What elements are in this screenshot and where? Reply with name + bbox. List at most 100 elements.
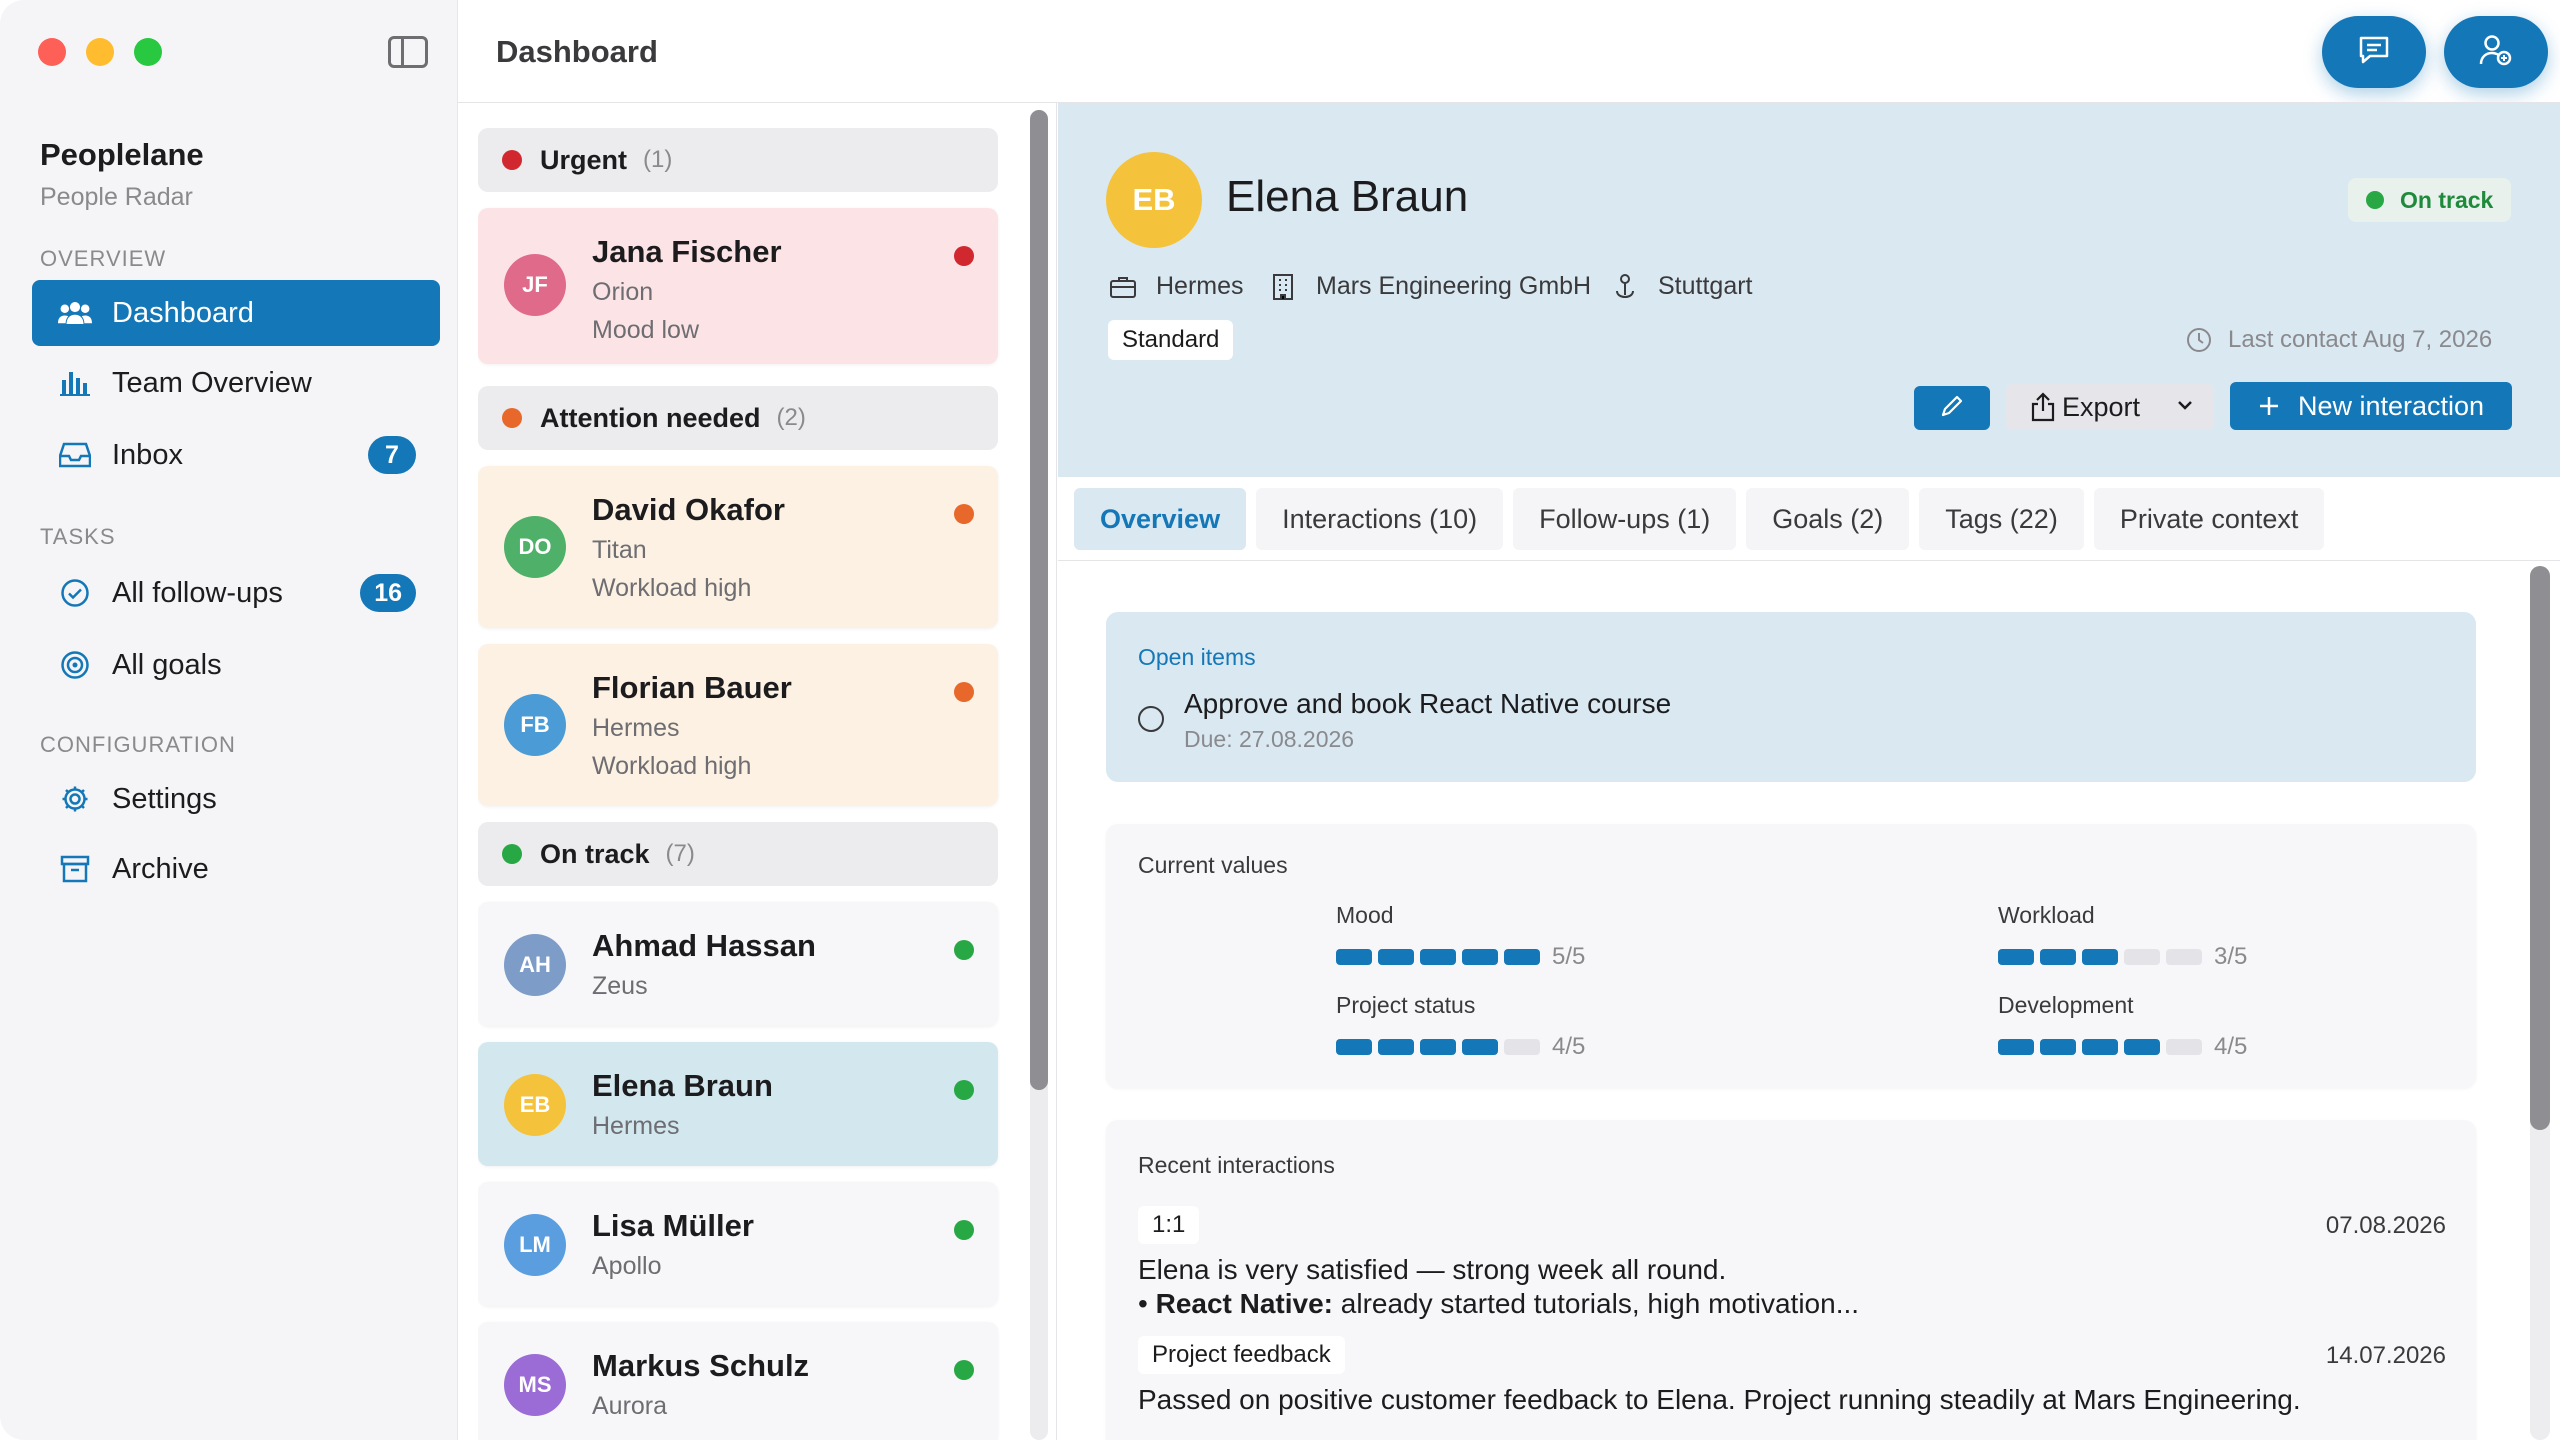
location-pin-icon — [1610, 273, 1640, 301]
sidebar-item-team-overview[interactable]: Team Overview — [32, 350, 440, 416]
interaction-bullet[interactable]: • React Native: already started tutorial… — [1138, 1288, 1859, 1320]
tab-tags[interactable]: Tags (22) — [1919, 488, 2084, 550]
interaction-type-tag: Project feedback — [1138, 1336, 1345, 1374]
person-note: Workload high — [592, 752, 752, 780]
bar-chart-icon — [58, 366, 92, 400]
sidebar-item-inbox[interactable]: Inbox 7 — [32, 422, 440, 488]
column-divider — [1056, 102, 1057, 1440]
tab-interactions[interactable]: Interactions (10) — [1256, 488, 1504, 550]
interaction-text[interactable]: Elena is very satisfied — strong week al… — [1138, 1254, 1726, 1286]
metric-value: 4/5 — [1552, 1033, 1586, 1060]
close-window-button[interactable] — [38, 38, 66, 66]
bullet-text: already started tutorials, high motivati… — [1333, 1288, 1860, 1319]
zoom-window-button[interactable] — [134, 38, 162, 66]
interaction-text[interactable]: Passed on positive customer feedback to … — [1138, 1384, 2301, 1416]
meta-location-label: Stuttgart — [1658, 272, 1753, 300]
sidebar-item-label: Inbox — [112, 438, 183, 471]
sidebar-item-all-goals[interactable]: All goals — [32, 632, 440, 698]
tag-standard[interactable]: Standard — [1108, 320, 1234, 360]
chevron-down-icon[interactable] — [2176, 398, 2194, 412]
person-card-david-okafor[interactable]: DO David Okafor Titan Workload high — [478, 466, 998, 628]
metric-value: 5/5 — [1552, 943, 1586, 970]
sidebar-item-archive[interactable]: Archive — [32, 836, 440, 902]
sidebar: Peoplelane People Radar OVERVIEW Dashboa… — [0, 0, 458, 1440]
status-dot — [954, 1080, 974, 1100]
chat-button[interactable] — [2322, 16, 2426, 88]
status-label: On track — [2400, 186, 2494, 213]
metric-segment — [1378, 949, 1414, 965]
sidebar-item-label: Dashboard — [112, 296, 254, 329]
person-card-florian-bauer[interactable]: FB Florian Bauer Hermes Workload high — [478, 644, 998, 806]
recent-interactions-title: Recent interactions — [1138, 1152, 1335, 1178]
target-icon — [58, 648, 92, 682]
open-item-title[interactable]: Approve and book React Native course — [1184, 688, 1671, 720]
meta-team-label: Hermes — [1156, 272, 1244, 300]
meta-team: Hermes — [1108, 272, 1244, 301]
person-name: Elena Braun — [592, 1068, 773, 1103]
metric-value: 3/5 — [2214, 943, 2248, 970]
status-dot — [954, 940, 974, 960]
person-team: Orion — [592, 278, 654, 306]
group-label: Attention needed — [540, 402, 761, 433]
person-team: Titan — [592, 536, 647, 564]
status-dot — [2366, 191, 2384, 209]
new-interaction-button[interactable]: New interaction — [2230, 382, 2512, 430]
briefcase-icon — [1108, 273, 1138, 301]
metric-segment — [1462, 949, 1498, 965]
person-card-lisa-mueller[interactable]: LM Lisa Müller Apollo — [478, 1182, 998, 1306]
metric-segment — [2082, 1039, 2118, 1055]
tab-goals[interactable]: Goals (2) — [1746, 488, 1910, 550]
tab-overview[interactable]: Overview — [1074, 488, 1247, 550]
person-team: Zeus — [592, 972, 648, 1000]
complete-item-radio[interactable] — [1138, 706, 1164, 732]
metric-segment — [2124, 949, 2160, 965]
person-card-markus-schulz[interactable]: MS Markus Schulz Aurora — [478, 1322, 998, 1440]
list-scrollbar[interactable] — [1030, 110, 1048, 1090]
person-team: Hermes — [592, 714, 680, 742]
group-header-attention-needed[interactable]: Attention needed (2) — [478, 386, 998, 450]
person-card-jana-fischer[interactable]: JF Jana Fischer Orion Mood low — [478, 208, 998, 364]
sidebar-item-all-followups[interactable]: All follow-ups 16 — [32, 560, 440, 626]
group-header-on-track[interactable]: On track (7) — [478, 822, 998, 886]
metric-segment — [2124, 1039, 2160, 1055]
sidebar-item-settings[interactable]: Settings — [32, 766, 440, 832]
section-configuration: CONFIGURATION — [40, 732, 236, 757]
new-interaction-label: New interaction — [2297, 390, 2485, 421]
detail-tabs: Overview Interactions (10) Follow-ups (1… — [1074, 488, 2325, 550]
status-dot — [502, 150, 522, 170]
edit-button[interactable] — [1914, 386, 1990, 430]
group-count: (7) — [665, 840, 695, 867]
person-team: Hermes — [592, 1112, 680, 1140]
section-overview: OVERVIEW — [40, 246, 167, 271]
recent-interactions-panel: Recent interactions 1:1 07.08.2026 Elena… — [1106, 1120, 2476, 1440]
avatar: AH — [504, 934, 566, 996]
group-count: (2) — [776, 404, 806, 431]
sidebar-item-dashboard[interactable]: Dashboard — [32, 280, 440, 346]
metric-segment — [1336, 1039, 1372, 1055]
person-team: Aurora — [592, 1392, 668, 1420]
add-person-button[interactable] — [2444, 16, 2548, 88]
tab-private-context[interactable]: Private context — [2093, 488, 2325, 550]
sidebar-toggle-icon[interactable] — [388, 36, 428, 68]
export-button[interactable]: Export — [2006, 384, 2214, 430]
gear-icon — [58, 782, 92, 816]
detail-person-name: Elena Braun — [1226, 172, 1469, 221]
metric-segment — [2166, 949, 2202, 965]
clock-icon — [2186, 327, 2212, 353]
minimize-window-button[interactable] — [86, 38, 114, 66]
meta-location: Stuttgart — [1610, 272, 1753, 301]
detail-scrollbar[interactable] — [2530, 566, 2550, 1130]
person-card-ahmad-hassan[interactable]: AH Ahmad Hassan Zeus — [478, 902, 998, 1026]
person-card-elena-braun[interactable]: EB Elena Braun Hermes — [478, 1042, 998, 1166]
tab-followups[interactable]: Follow-ups (1) — [1513, 488, 1737, 550]
detail-avatar: EB — [1106, 152, 1202, 248]
group-header-urgent[interactable]: Urgent (1) — [478, 128, 998, 192]
metric-segment — [1998, 949, 2034, 965]
metric-bar: 5/5 — [1336, 943, 1585, 971]
current-values-panel: Current values Mood 5/5 Workload 3/5 Pro… — [1106, 824, 2476, 1088]
open-item-due: Due: 27.08.2026 — [1184, 726, 1355, 752]
metric-project-status: Project status 4/5 — [1336, 992, 1585, 1061]
people-icon — [58, 296, 92, 330]
person-add-icon — [2479, 34, 2513, 71]
metric-workload: Workload 3/5 — [1998, 902, 2247, 971]
